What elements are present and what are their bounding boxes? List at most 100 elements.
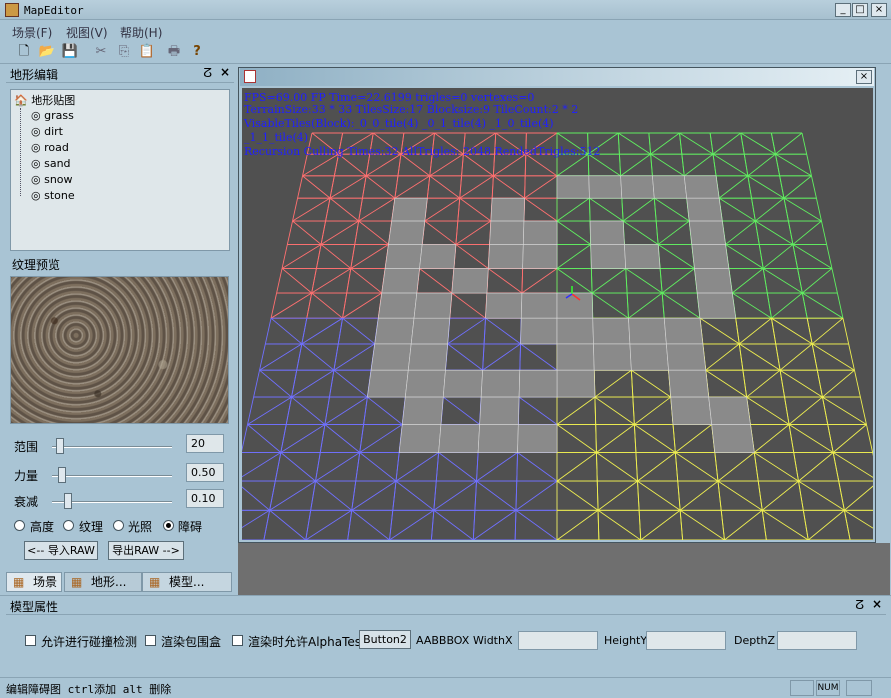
maximize-button[interactable]: □: [852, 3, 868, 17]
num-lock-label: NUM: [817, 683, 839, 693]
widthx-label: WidthX: [473, 634, 513, 647]
hud-line-3: VisableTiles(Block):_0_0_tile(4) _0_1_ti…: [244, 117, 554, 130]
export-raw-button[interactable]: 导出RAW -->: [108, 541, 184, 560]
window-title: MapEditor: [24, 4, 84, 17]
mode-obstacle-label: 障碍: [178, 520, 203, 534]
minimize-button[interactable]: _: [835, 3, 851, 17]
model-panel-close-icon[interactable]: ×: [872, 597, 882, 611]
tree-item-label: grass: [44, 109, 74, 122]
menu-view[interactable]: 视图(V): [66, 24, 108, 41]
model-panel-title: 模型属性: [10, 600, 59, 614]
tree-item-grass[interactable]: ◎ grass: [31, 109, 74, 122]
mode-obstacle-radio[interactable]: [163, 520, 174, 531]
alphatest-label: 渲染时允许AlphaTest: [248, 635, 366, 649]
tree-item-label: snow: [44, 173, 73, 186]
cut-icon[interactable]: ✂: [92, 44, 110, 60]
scene-tab-icon: ▦: [13, 575, 25, 589]
heighty-input[interactable]: [646, 631, 726, 650]
tree-root-label: 地形贴图: [31, 94, 76, 107]
texture-icon: ◎: [31, 125, 41, 138]
copy-icon[interactable]: ⎘: [115, 44, 133, 60]
help-icon[interactable]: ?: [188, 44, 206, 60]
tab-model-label: 模型...: [169, 575, 205, 589]
tab-model[interactable]: ▦ 模型...: [142, 572, 232, 592]
panel-close-icon[interactable]: ×: [220, 65, 230, 79]
status-pane-1: [790, 680, 814, 696]
tree-item-dirt[interactable]: ◎ dirt: [31, 125, 63, 138]
strength-label: 力量: [14, 469, 39, 483]
menu-scene[interactable]: 场景(F): [12, 24, 52, 41]
document-icon: [244, 70, 256, 83]
tree-item-stone[interactable]: ◎ stone: [31, 189, 75, 202]
status-text: 编辑障碍图 ctrl添加 alt 删除: [6, 683, 172, 696]
bbox-checkbox[interactable]: [145, 635, 156, 646]
viewport-titlebar: ×: [240, 68, 874, 86]
texture-icon: ◎: [31, 173, 41, 186]
mode-height-radio[interactable]: [14, 520, 25, 531]
strength-slider-thumb[interactable]: [58, 467, 66, 483]
pin-icon[interactable]: ⵒ: [203, 66, 212, 80]
print-icon[interactable]: 🖶: [165, 44, 183, 60]
depthz-label: DepthZ: [734, 634, 776, 647]
import-raw-button[interactable]: <-- 导入RAW: [24, 541, 98, 560]
terrain-tab-icon: ▦: [71, 575, 83, 589]
button2[interactable]: Button2: [359, 630, 411, 649]
aabbbox-label: AABBBOX: [416, 634, 470, 647]
range-label: 范围: [14, 440, 39, 454]
widthx-input[interactable]: [518, 631, 598, 650]
title-bar: MapEditor _ □ ×: [0, 0, 891, 20]
open-folder-icon[interactable]: 📂: [38, 44, 56, 60]
alphatest-checkbox[interactable]: [232, 635, 243, 646]
range-slider-thumb[interactable]: [56, 438, 64, 454]
texture-icon: ◎: [31, 141, 41, 154]
mode-texture-radio[interactable]: [63, 520, 74, 531]
mode-light-radio[interactable]: [113, 520, 124, 531]
menu-bar: 场景(F) 视图(V) 帮助(H): [0, 20, 891, 40]
strength-slider-track[interactable]: [52, 475, 172, 477]
texture-icon: ◎: [31, 157, 41, 170]
close-button[interactable]: ×: [871, 3, 887, 17]
hud-line-5: Recursion Culling Times:32 AllTrigles: 2…: [244, 145, 601, 158]
save-icon[interactable]: 💾: [61, 44, 79, 60]
strength-value[interactable]: 0.50: [186, 463, 224, 482]
model-tab-icon: ▦: [149, 575, 161, 589]
collision-label: 允许进行碰撞检测: [41, 635, 138, 649]
tree-item-sand[interactable]: ◎ sand: [31, 157, 71, 170]
range-value[interactable]: 20: [186, 434, 224, 453]
tree-item-label: road: [44, 141, 69, 154]
falloff-value[interactable]: 0.10: [186, 489, 224, 508]
tab-terrain-label: 地形...: [91, 575, 127, 589]
depthz-input[interactable]: [777, 631, 857, 650]
status-pane-3: [846, 680, 872, 696]
new-file-icon[interactable]: 🗋: [15, 44, 33, 60]
range-slider-track[interactable]: [52, 446, 172, 448]
falloff-slider-thumb[interactable]: [64, 493, 72, 509]
falloff-label: 衰减: [14, 495, 39, 509]
hud-line-2: TerrainSize:33 * 33 TilesSize:17 Blocksi…: [244, 103, 579, 116]
terrain-panel-header: 地形编辑 ⵒ ×: [10, 65, 234, 82]
menu-help[interactable]: 帮助(H): [120, 24, 162, 41]
left-tab-bar: ▦ 场景 ▦ 地形... ▦ 模型...: [6, 572, 234, 592]
terrain-viewport[interactable]: FPS=69.00 FP Time=22.6199 trigles=0 vert…: [242, 88, 873, 540]
paste-icon[interactable]: 📋: [138, 44, 156, 60]
tab-scene[interactable]: ▦ 场景: [6, 572, 62, 592]
panel-divider: [6, 82, 234, 83]
mode-height-label: 高度: [30, 520, 55, 534]
tab-terrain[interactable]: ▦ 地形...: [64, 572, 142, 592]
heighty-label: HeightY: [604, 634, 648, 647]
workspace-background: [238, 543, 890, 595]
tree-item-road[interactable]: ◎ road: [31, 141, 69, 154]
bbox-label: 渲染包围盒: [161, 635, 222, 649]
model-panel-divider: [0, 595, 891, 596]
tree-item-snow[interactable]: ◎ snow: [31, 173, 73, 186]
texture-tree[interactable]: 🏠 地形贴图 ◎ grass ◎ dirt ◎ road ◎ sand ◎ sn…: [10, 89, 230, 251]
num-lock-indicator: NUM: [816, 680, 840, 696]
model-pin-icon[interactable]: ⵒ: [855, 598, 864, 612]
tree-root[interactable]: 🏠 地形贴图: [14, 92, 75, 108]
tree-item-label: dirt: [44, 125, 63, 138]
viewport-close-button[interactable]: ×: [856, 70, 872, 84]
texture-icon: ◎: [31, 189, 41, 202]
tree-item-label: stone: [44, 189, 75, 202]
collision-checkbox[interactable]: [25, 635, 36, 646]
texture-icon: ◎: [31, 109, 41, 122]
